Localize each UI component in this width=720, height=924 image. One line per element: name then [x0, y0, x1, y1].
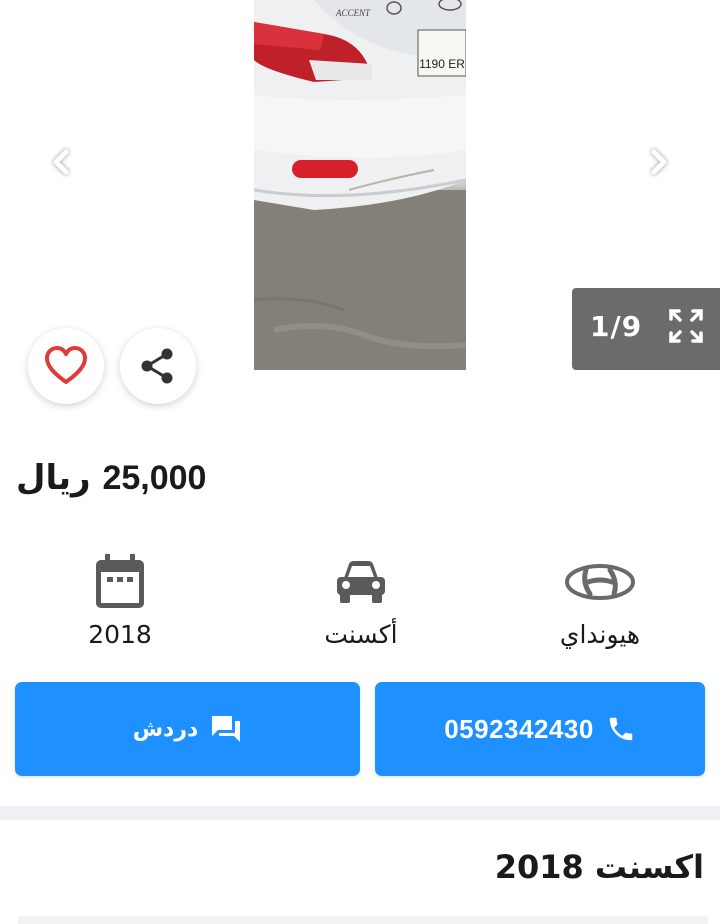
section-divider: [0, 806, 720, 820]
chevron-right-icon: [651, 149, 667, 175]
prev-image-button[interactable]: [40, 140, 84, 184]
call-button[interactable]: 0592342430: [375, 682, 705, 776]
favorite-button[interactable]: [28, 328, 104, 404]
heart-icon: [45, 346, 87, 384]
car-photo-drawing: 1190 ER ACCENT: [254, 0, 466, 370]
price-amount: 25,000: [102, 459, 207, 497]
ad-title: اكسنت 2018: [494, 848, 704, 886]
image-gallery: 1190 ER ACCENT 1/9: [0, 0, 720, 420]
image-counter: 1/9: [590, 310, 643, 343]
chat-button-label: دردش: [132, 716, 199, 742]
hyundai-logo-icon: [565, 564, 635, 600]
price-currency: ريال: [16, 458, 91, 498]
spec-model-value: أكسنت: [324, 620, 398, 649]
next-section-edge: [18, 916, 708, 924]
chevron-left-icon: [53, 149, 69, 175]
phone-number: 0592342430: [444, 713, 594, 744]
phone-icon: [609, 717, 633, 741]
calendar-icon: [96, 554, 144, 608]
fullscreen-icon: [669, 309, 703, 343]
car-photo[interactable]: 1190 ER ACCENT: [254, 0, 466, 370]
next-image-button[interactable]: [636, 140, 680, 184]
image-counter-panel: 1/9: [572, 288, 720, 370]
model-badge-text: ACCENT: [335, 8, 371, 18]
share-button[interactable]: [120, 328, 196, 404]
chat-button[interactable]: دردش: [15, 682, 360, 776]
car-icon: [337, 561, 385, 603]
spec-make: هيونداي: [520, 552, 680, 649]
license-plate-text: 1190 ER: [419, 57, 465, 71]
price: 25,000 ريال: [16, 458, 206, 498]
chat-icon: [212, 716, 241, 742]
spec-year: 2018: [40, 552, 200, 649]
share-icon: [141, 348, 173, 384]
fullscreen-button[interactable]: [666, 306, 706, 346]
spec-model: أكسنت: [281, 552, 441, 649]
spec-year-value: 2018: [88, 620, 152, 649]
spec-make-value: هيونداي: [559, 620, 641, 649]
